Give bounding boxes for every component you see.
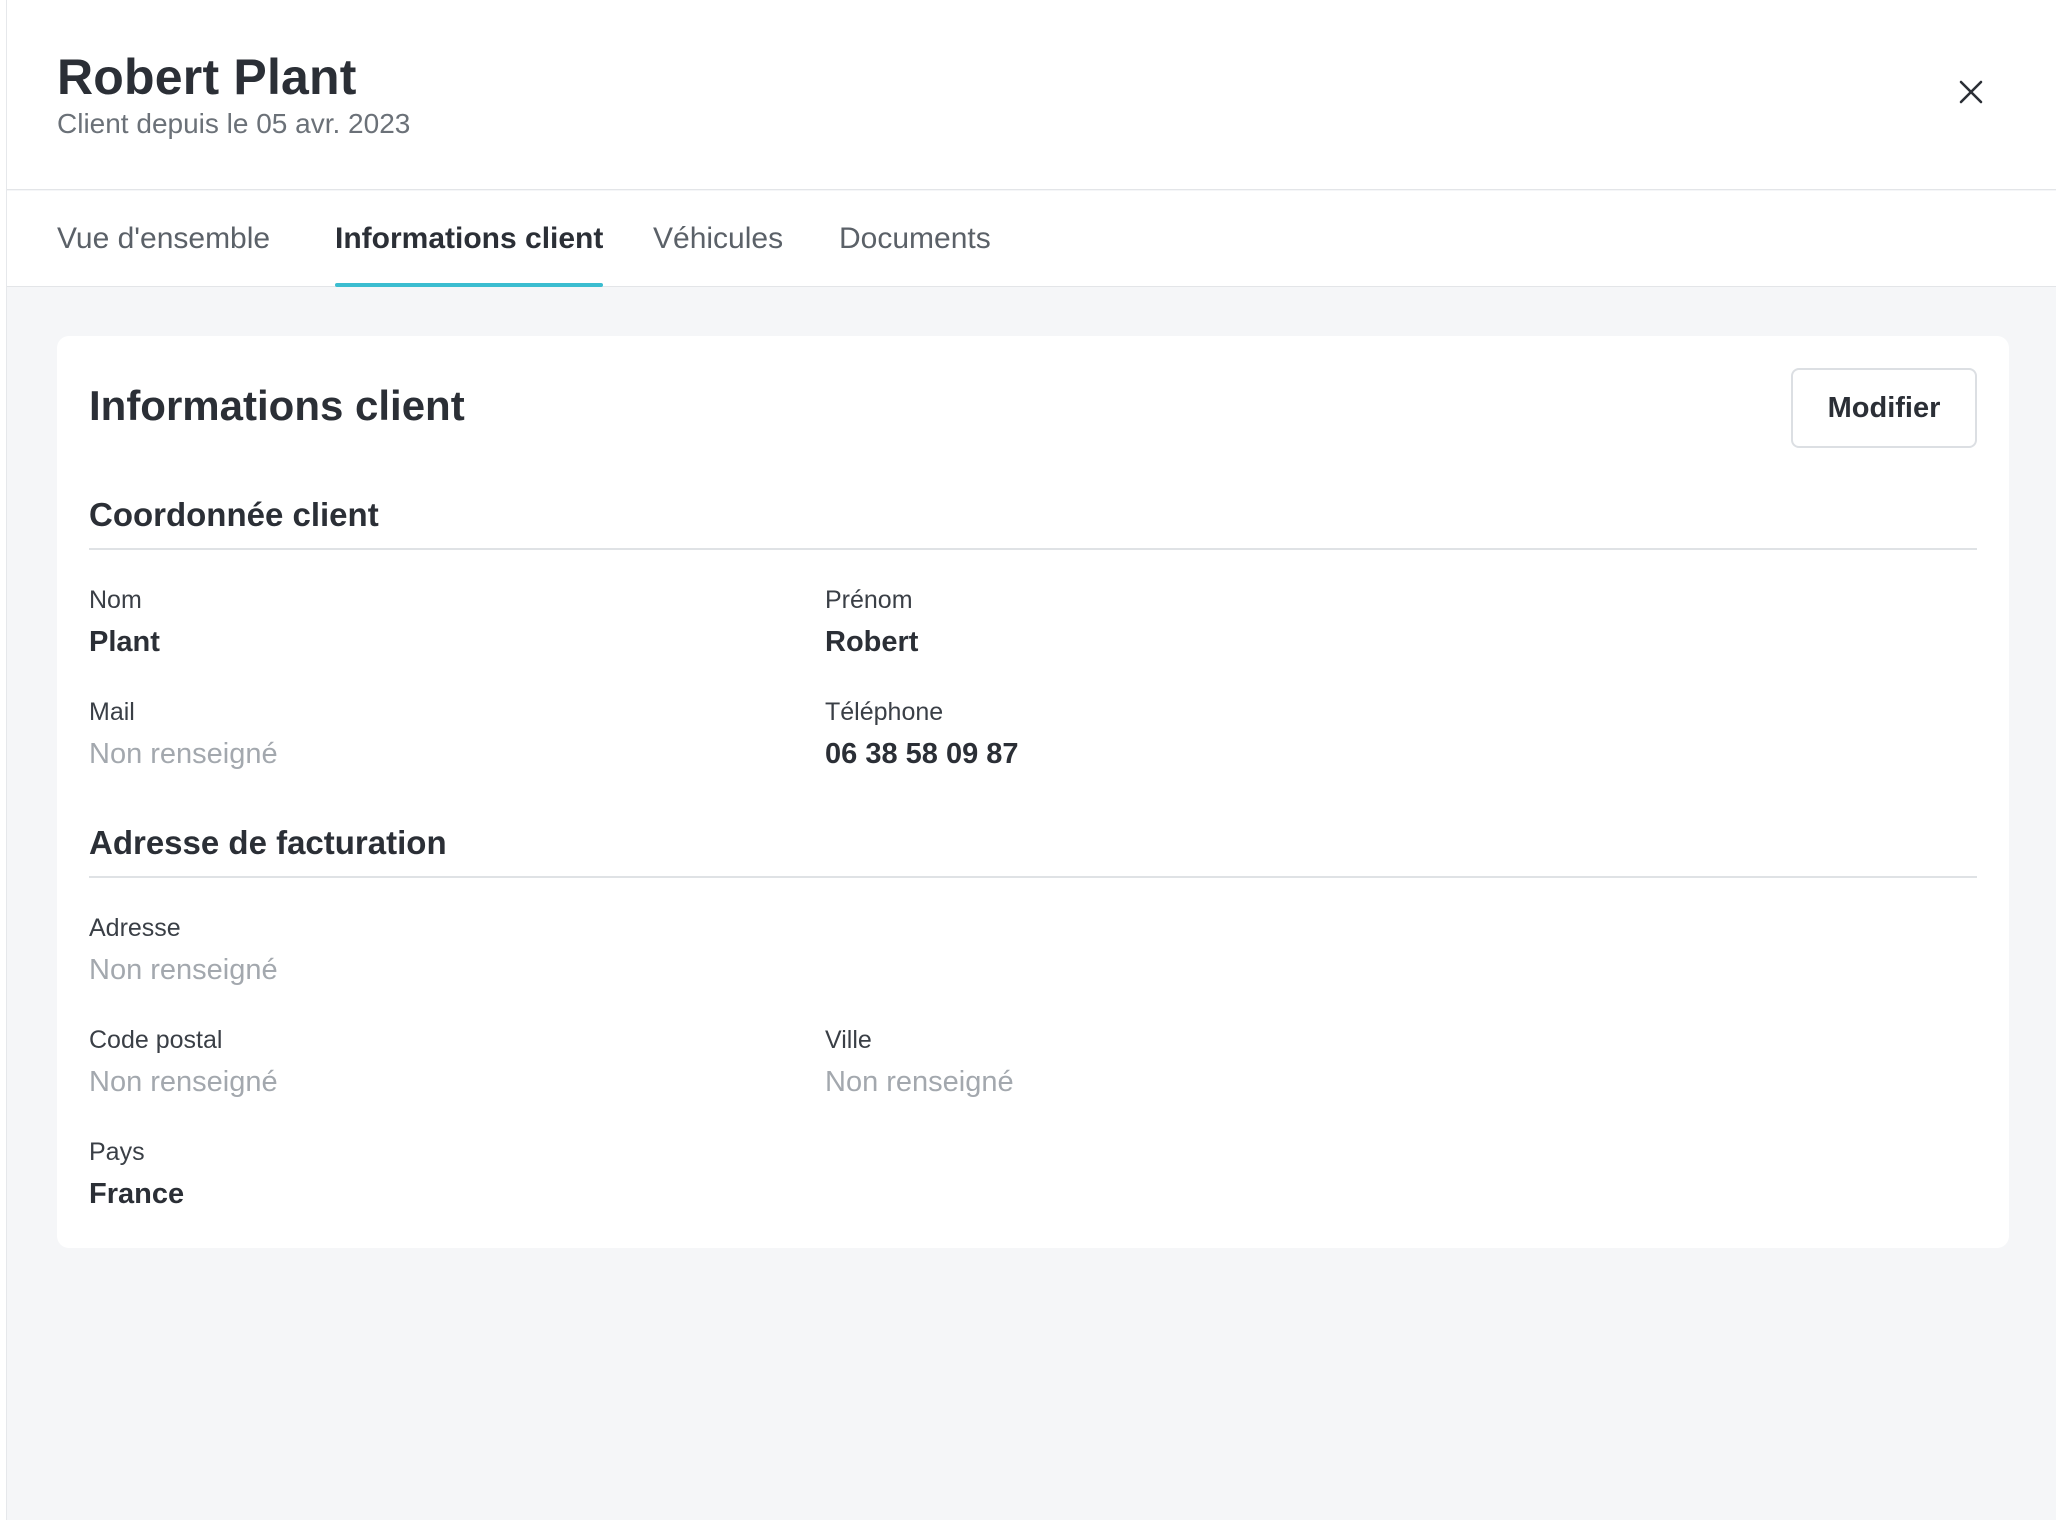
code-postal-value: Non renseigné <box>89 1066 278 1098</box>
code-postal-label: Code postal <box>89 1026 223 1054</box>
nom-value: Plant <box>89 626 160 658</box>
card-title: Informations client <box>89 382 465 429</box>
panel-header: Robert Plant Client depuis le 05 avr. 20… <box>7 0 2056 190</box>
mail-value: Non renseigné <box>89 738 278 770</box>
pays-label: Pays <box>89 1138 145 1166</box>
client-info-card: Informations client Modifier Coordonnée … <box>57 336 2009 1248</box>
client-since-subtitle: Client depuis le 05 avr. 2023 <box>57 108 411 139</box>
client-detail-panel: Robert Plant Client depuis le 05 avr. 20… <box>6 0 2056 1520</box>
prenom-label: Prénom <box>825 586 913 614</box>
page-title: Robert Plant <box>57 49 357 105</box>
prenom-value: Robert <box>825 626 919 658</box>
telephone-label: Téléphone <box>825 698 944 726</box>
ville-value: Non renseigné <box>825 1066 1014 1098</box>
billing-section-title: Adresse de facturation <box>89 824 447 861</box>
mail-label: Mail <box>89 698 135 726</box>
nom-label: Nom <box>89 586 142 614</box>
tab-vehicles[interactable]: Véhicules <box>653 191 783 287</box>
adresse-value: Non renseigné <box>89 954 278 986</box>
contact-section-title: Coordonnée client <box>89 496 379 533</box>
pays-value: France <box>89 1178 185 1210</box>
tab-bar: Vue d'ensemble Informations client Véhic… <box>7 191 2056 287</box>
contact-section-divider <box>89 548 1977 550</box>
billing-section-divider <box>89 876 1977 878</box>
tab-overview[interactable]: Vue d'ensemble <box>57 191 270 287</box>
adresse-label: Adresse <box>89 914 181 942</box>
tab-documents[interactable]: Documents <box>839 191 991 287</box>
edit-button[interactable]: Modifier <box>1791 368 1977 448</box>
telephone-value: 06 38 58 09 87 <box>825 738 1019 770</box>
tab-client-info[interactable]: Informations client <box>335 191 604 287</box>
ville-label: Ville <box>825 1026 872 1054</box>
close-button[interactable] <box>1949 70 1993 114</box>
close-icon <box>1959 80 1983 104</box>
